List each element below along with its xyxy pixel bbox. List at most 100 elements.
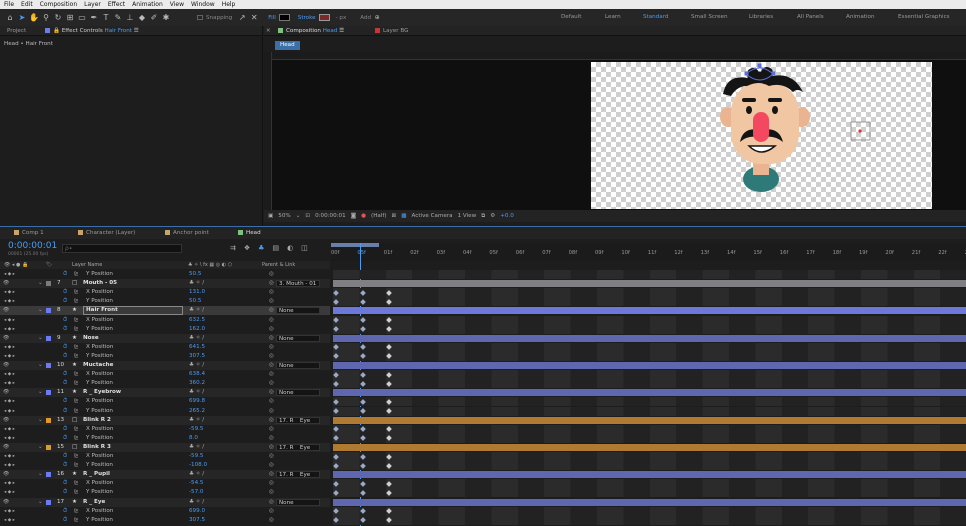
layer-label-color[interactable] [46, 417, 51, 423]
graph-icon[interactable]: ⊵ [74, 434, 79, 443]
puppet-tool-icon[interactable]: ✱ [160, 13, 172, 22]
property-row[interactable]: ◂ ◆ ▸ ⏱ ⊵ Y Position 50.5 ◎ [0, 270, 330, 279]
layer-duration-bar[interactable] [333, 498, 966, 506]
property-value[interactable]: 131.0 [189, 288, 205, 297]
expression-pick-whip-icon[interactable]: ◎ [269, 452, 274, 461]
layer-row[interactable]: 👁 ⌄ 16 ★ R _ Pupil ♣ ✧ / ◎ 17. R _ Eye [0, 470, 330, 480]
layer-switches[interactable]: ♣ ✧ / [189, 416, 204, 425]
property-value[interactable]: -59.5 [189, 425, 203, 434]
rectangle-tool-icon[interactable]: ▭ [76, 13, 88, 22]
keyframe-marker[interactable] [333, 371, 339, 378]
keyframe-marker[interactable] [386, 408, 392, 414]
pick-whip-icon[interactable]: ◎ [269, 470, 274, 479]
graph-icon[interactable]: ⊵ [74, 343, 79, 352]
keyframe-marker[interactable] [360, 508, 366, 514]
graph-icon[interactable]: ⊵ [74, 488, 79, 497]
composition-canvas[interactable] [591, 62, 932, 209]
expression-pick-whip-icon[interactable]: ◎ [269, 397, 274, 406]
twirl-down-icon[interactable]: ⌄ [38, 443, 43, 452]
keyframe-nav-icon[interactable]: ◂ ◆ ▸ [4, 370, 15, 379]
layer-label-color[interactable] [46, 308, 51, 314]
stroke-swatch[interactable] [318, 14, 330, 21]
menu-effect[interactable]: Effect [108, 1, 125, 8]
graph-icon[interactable]: ⊵ [74, 516, 79, 525]
keyframe-marker[interactable] [360, 399, 366, 405]
twirl-down-icon[interactable]: ⌄ [38, 279, 43, 288]
keyframe-marker[interactable] [360, 435, 366, 442]
stopwatch-icon[interactable]: ⏱ [63, 325, 67, 334]
keyframe-marker[interactable] [333, 435, 339, 442]
stopwatch-icon[interactable]: ⏱ [63, 370, 67, 379]
expression-pick-whip-icon[interactable]: ◎ [269, 407, 274, 416]
keyframe-nav-icon[interactable]: ◂ ◆ ▸ [4, 507, 15, 516]
current-time-display[interactable]: 0:00:00:01 [315, 213, 346, 219]
snapping-checkbox[interactable]: ☐ [194, 14, 206, 22]
views-dropdown[interactable]: 1 View [458, 213, 477, 219]
stopwatch-icon[interactable]: ⏱ [63, 407, 67, 416]
clone-stamp-tool-icon[interactable]: ⊥ [124, 13, 136, 22]
property-track[interactable] [333, 506, 966, 516]
keyframe-nav-icon[interactable]: ◂ ◆ ▸ [4, 397, 15, 406]
panel-menu-icon[interactable]: ☰ [134, 28, 139, 34]
keyframe-marker[interactable] [386, 480, 392, 487]
stopwatch-icon[interactable]: ⏱ [63, 461, 67, 470]
keyframe-marker[interactable] [386, 453, 392, 460]
timeline-tab-head[interactable]: Head [238, 229, 261, 237]
menu-help[interactable]: Help [222, 1, 236, 8]
layer-row[interactable]: 👁 ⌄ 9 ★ Nose ♣ ✧ / ◎ None [0, 333, 330, 343]
property-value[interactable]: 307.5 [189, 516, 205, 525]
keyframe-nav-icon[interactable]: ◂ ◆ ▸ [4, 434, 15, 443]
property-value[interactable]: 307.5 [189, 352, 205, 361]
layer-label-color[interactable] [46, 363, 51, 368]
keyframe-marker[interactable] [360, 353, 366, 360]
graph-icon[interactable]: ⊵ [74, 370, 79, 379]
layer-name[interactable]: Muctache [83, 361, 113, 370]
layer-duration-bar[interactable] [333, 334, 966, 342]
keyframe-marker[interactable] [360, 480, 366, 487]
keyframe-marker[interactable] [386, 517, 392, 524]
graph-icon[interactable]: ⊵ [74, 379, 79, 388]
layer-row[interactable]: 👁 ⌄ 11 ★ R _ Eyebrow ♣ ✧ / ◎ None [0, 388, 330, 398]
property-row[interactable]: ◂ ◆ ▸ ⏱ ⊵ Y Position 307.5 ◎ [0, 352, 330, 361]
visibility-eye-icon[interactable]: 👁 [3, 306, 9, 315]
timeline-tab-comp-1[interactable]: Comp 1 [14, 229, 44, 237]
timeline-tab-anchor-point[interactable]: Anchor point [165, 229, 209, 237]
pick-whip-icon[interactable]: ◎ [269, 306, 274, 315]
color-channel-icon[interactable]: ● [361, 213, 366, 219]
always-preview-icon[interactable]: ▣ [268, 213, 273, 219]
draft-3d-icon[interactable]: ❖ [244, 244, 250, 252]
layer-name[interactable]: R _ Eye [83, 498, 105, 507]
graph-icon[interactable]: ⊵ [74, 352, 79, 361]
pick-whip-icon[interactable]: ◎ [269, 334, 274, 343]
pick-whip-icon[interactable]: ◎ [269, 388, 274, 397]
layer-row[interactable]: 👁 ⌄ 8 ★ Hair Front ♣ ✧ / ◎ None [0, 306, 330, 316]
keyframe-marker[interactable] [333, 462, 339, 469]
expression-pick-whip-icon[interactable]: ◎ [269, 516, 274, 525]
keyframe-marker[interactable] [360, 490, 366, 496]
layer-switches[interactable]: ♣ ✧ / [189, 470, 204, 479]
keyframe-marker[interactable] [333, 508, 339, 514]
workspace-default[interactable]: Default [561, 9, 581, 26]
keyframe-marker[interactable] [360, 462, 366, 469]
keyframe-marker[interactable] [333, 453, 339, 460]
property-row[interactable]: ◂ ◆ ▸ ⏱ ⊵ X Position -59.5 ◎ [0, 452, 330, 461]
twirl-down-icon[interactable]: ⌄ [38, 361, 43, 370]
keyframe-marker[interactable] [333, 399, 339, 405]
stopwatch-icon[interactable]: ⏱ [63, 270, 67, 279]
keyframe-marker[interactable] [360, 317, 366, 323]
graph-icon[interactable]: ⊵ [74, 407, 79, 416]
property-row[interactable]: ◂ ◆ ▸ ⏱ ⊵ Y Position 8.0 ◎ [0, 434, 330, 443]
stopwatch-icon[interactable]: ⏱ [63, 479, 67, 488]
graph-icon[interactable]: ⊵ [74, 288, 79, 297]
workspace-essential-graphics[interactable]: Essential Graphics [898, 9, 950, 26]
fill-swatch[interactable] [278, 14, 290, 21]
layer-duration-bar[interactable] [333, 280, 966, 288]
keyframe-marker[interactable] [386, 289, 392, 296]
graph-icon[interactable]: ⊵ [74, 452, 79, 461]
property-value[interactable]: 699.0 [189, 507, 205, 516]
keyframe-nav-icon[interactable]: ◂ ◆ ▸ [4, 297, 15, 306]
transparency-grid-icon[interactable]: ▩ [401, 213, 406, 219]
parent-link-header[interactable]: Parent & Link [262, 261, 295, 269]
tab-project[interactable]: Project [7, 27, 26, 35]
stroke-label[interactable]: Stroke [298, 15, 316, 21]
